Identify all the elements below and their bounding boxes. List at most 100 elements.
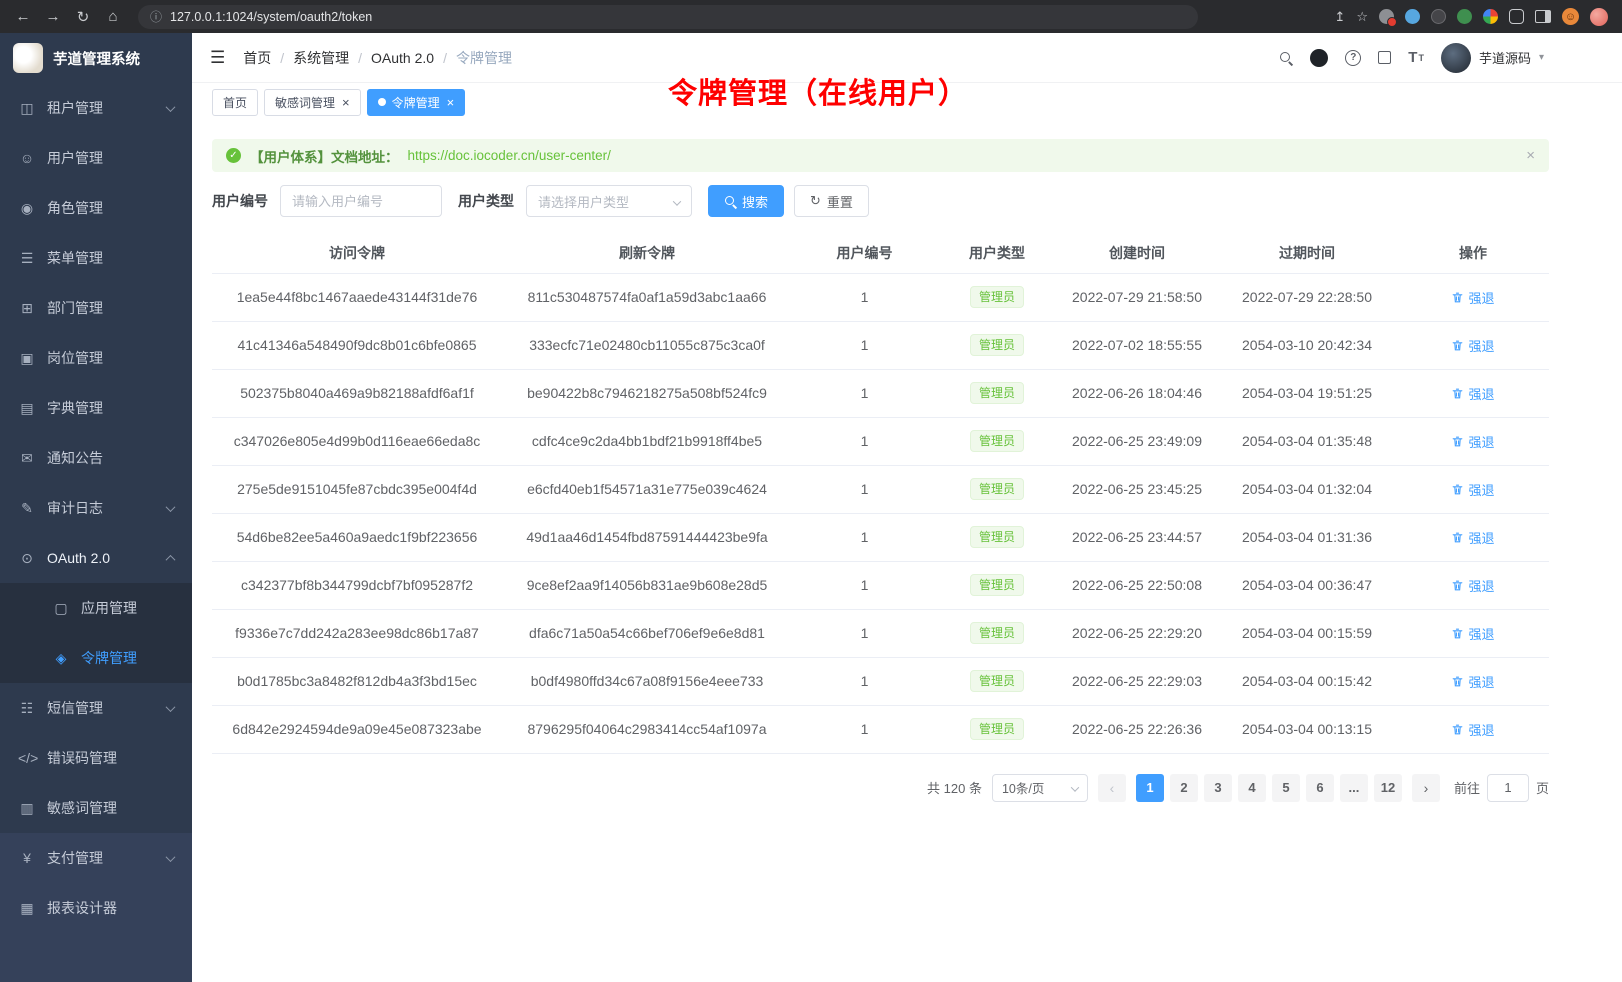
alert-close-icon[interactable]: × <box>1526 147 1535 164</box>
sidebar-item-oauth2-token[interactable]: ◈令牌管理 <box>0 633 192 683</box>
delete-icon <box>1451 435 1464 448</box>
sidebar-item-oauth2[interactable]: ⊙OAuth 2.0 <box>0 533 192 583</box>
breadcrumb-item[interactable]: OAuth 2.0 <box>371 50 434 66</box>
force-logout-button[interactable]: 强退 <box>1451 624 1494 643</box>
user-type-badge: 管理员 <box>970 382 1024 404</box>
access-token-cell: b0d1785bc3a8482f812db4a3f3bd15ec <box>212 657 502 705</box>
fullscreen-icon[interactable] <box>1378 51 1391 64</box>
sidebar-item-role[interactable]: ◉角色管理 <box>0 183 192 233</box>
forward-icon[interactable]: → <box>40 5 66 29</box>
url-bar[interactable]: ⓘ 127.0.0.1:1024/system/oauth2/token <box>138 5 1198 29</box>
user-type-select[interactable]: 请选择用户类型 <box>526 185 692 217</box>
user-id-input[interactable] <box>292 194 430 209</box>
side-panel-icon[interactable] <box>1535 10 1551 23</box>
user-id-cell-text: 1 <box>861 433 869 449</box>
sidebar-item-user[interactable]: ☺用户管理 <box>0 133 192 183</box>
breadcrumb-item[interactable]: 系统管理 <box>293 48 349 68</box>
force-logout-button[interactable]: 强退 <box>1451 288 1494 307</box>
github-icon[interactable] <box>1310 49 1328 67</box>
force-logout-label: 强退 <box>1468 672 1494 691</box>
page-button-5[interactable]: 5 <box>1272 774 1300 802</box>
user-type-cell: 管理员 <box>937 321 1057 369</box>
search-button[interactable]: 搜索 <box>708 185 784 217</box>
tab-home[interactable]: 首页 <box>212 89 258 116</box>
app-logo[interactable]: 芋道管理系统 <box>0 33 192 83</box>
expire-time-cell: 2054-03-04 00:13:15 <box>1217 705 1397 753</box>
tab-sensitive-word[interactable]: 敏感词管理× <box>264 89 361 116</box>
extension-dark-icon[interactable] <box>1431 9 1446 24</box>
extension-badge-icon[interactable] <box>1379 9 1394 24</box>
site-info-icon[interactable]: ⓘ <box>150 8 162 25</box>
tab-oauth2-token[interactable]: 令牌管理× <box>367 89 466 116</box>
force-logout-button[interactable]: 强退 <box>1451 672 1494 691</box>
user-menu[interactable]: 芋道源码 ▾ <box>1441 43 1544 73</box>
extension-blue-icon[interactable] <box>1405 9 1420 24</box>
action-cell: 强退 <box>1397 657 1549 705</box>
back-icon[interactable]: ← <box>10 5 36 29</box>
page-button-1[interactable]: 1 <box>1136 774 1164 802</box>
sidebar-item-post[interactable]: ▣岗位管理 <box>0 333 192 383</box>
expire-time-cell-text: 2054-03-04 19:51:25 <box>1242 385 1372 401</box>
help-icon[interactable]: ? <box>1345 50 1361 66</box>
chevron-down-icon <box>166 502 176 512</box>
extension-smiley-icon[interactable]: ☺ <box>1562 8 1579 25</box>
create-time-cell: 2022-06-25 23:49:09 <box>1057 417 1217 465</box>
bookmark-star-icon[interactable]: ☆ <box>1356 9 1368 25</box>
breadcrumb-item[interactable]: 首页 <box>243 48 271 68</box>
font-size-big-glyph: T <box>1408 50 1417 65</box>
logo-image <box>13 43 43 73</box>
force-logout-button[interactable]: 强退 <box>1451 480 1494 499</box>
sidebar-item-notice[interactable]: ✉通知公告 <box>0 433 192 483</box>
extension-green-icon[interactable] <box>1457 9 1472 24</box>
sidebar-item-audit-log[interactable]: ✎审计日志 <box>0 483 192 533</box>
goto-page-input[interactable] <box>1487 774 1529 802</box>
user-name: 芋道源码 <box>1479 48 1531 67</box>
collapse-menu-icon[interactable]: ☰ <box>210 48 225 68</box>
sidebar-item-sms[interactable]: ☷短信管理 <box>0 683 192 733</box>
sidebar-item-label: 支付管理 <box>47 848 103 868</box>
prev-page-button[interactable]: ‹ <box>1098 774 1126 802</box>
page-button-6[interactable]: 6 <box>1306 774 1334 802</box>
force-logout-button[interactable]: 强退 <box>1451 336 1494 355</box>
sidebar-item-sensitive-word[interactable]: ▥敏感词管理 <box>0 783 192 833</box>
force-logout-button[interactable]: 强退 <box>1451 720 1494 739</box>
home-icon[interactable]: ⌂ <box>100 5 126 29</box>
more-pages-button[interactable]: ... <box>1340 774 1368 802</box>
expire-time-cell: 2054-03-04 01:35:48 <box>1217 417 1397 465</box>
alert-doc-link[interactable]: https://doc.iocoder.cn/user-center/ <box>408 148 611 163</box>
share-icon[interactable]: ↥ <box>1334 9 1345 25</box>
sidebar-item-pay[interactable]: ¥支付管理 <box>0 833 192 883</box>
force-logout-button[interactable]: 强退 <box>1451 384 1494 403</box>
page-button-3[interactable]: 3 <box>1204 774 1232 802</box>
create-time-cell: 2022-06-25 22:50:08 <box>1057 561 1217 609</box>
page-button-2[interactable]: 2 <box>1170 774 1198 802</box>
sidebar-item-menu[interactable]: ☰菜单管理 <box>0 233 192 283</box>
close-tab-icon[interactable]: × <box>342 95 350 110</box>
page-button-12[interactable]: 12 <box>1374 774 1402 802</box>
breadcrumb: 首页/系统管理/OAuth 2.0/令牌管理 <box>243 48 512 68</box>
chevron-down-icon <box>166 702 176 712</box>
font-size-icon[interactable]: T T <box>1408 50 1424 65</box>
reload-icon[interactable]: ↻ <box>70 5 96 29</box>
sidebar-item-label: OAuth 2.0 <box>47 550 110 566</box>
sidebar-item-dict[interactable]: ▤字典管理 <box>0 383 192 433</box>
extension-colorful-icon[interactable] <box>1483 9 1498 24</box>
force-logout-button[interactable]: 强退 <box>1451 528 1494 547</box>
reset-button[interactable]: ↻ 重置 <box>794 185 869 217</box>
force-logout-button[interactable]: 强退 <box>1451 432 1494 451</box>
extensions-puzzle-icon[interactable] <box>1509 9 1524 24</box>
search-icon[interactable] <box>1279 51 1293 65</box>
browser-profile-avatar[interactable] <box>1590 8 1608 26</box>
sidebar-item-tenant[interactable]: ◫租户管理 <box>0 83 192 133</box>
close-tab-icon[interactable]: × <box>447 95 455 110</box>
sidebar-item-report-designer[interactable]: ▦报表设计器 <box>0 883 192 933</box>
sidebar-item-oauth2-app[interactable]: ▢应用管理 <box>0 583 192 633</box>
force-logout-button[interactable]: 强退 <box>1451 576 1494 595</box>
sidebar-item-error-code[interactable]: </>错误码管理 <box>0 733 192 783</box>
page-button-4[interactable]: 4 <box>1238 774 1266 802</box>
sidebar-item-dept[interactable]: ⊞部门管理 <box>0 283 192 333</box>
next-page-button[interactable]: › <box>1412 774 1440 802</box>
sidebar-item-label: 菜单管理 <box>47 248 103 268</box>
action-cell: 强退 <box>1397 417 1549 465</box>
page-size-select[interactable]: 10条/页 <box>992 774 1088 802</box>
